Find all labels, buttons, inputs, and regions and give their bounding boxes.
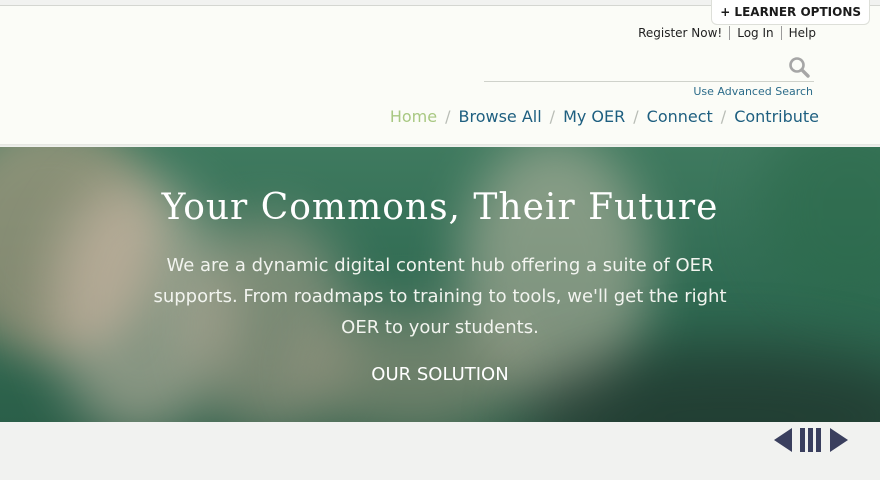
main-nav: Home / Browse All / My OER / Connect / C… (390, 107, 819, 126)
search-icon[interactable] (788, 56, 810, 78)
pause-icon[interactable] (800, 428, 822, 452)
slider-controls (772, 426, 850, 454)
our-solution-link[interactable]: OUR SOLUTION (0, 364, 880, 385)
search-input[interactable] (484, 54, 784, 82)
chevron-left-icon[interactable] (772, 428, 794, 452)
nav-separator: / (549, 107, 556, 126)
nav-contribute[interactable]: Contribute (734, 107, 819, 126)
nav-separator: / (633, 107, 639, 126)
nav-connect[interactable]: Connect (647, 107, 713, 126)
utility-links: Register Now! Log In Help (631, 26, 816, 40)
hero-title: Your Commons, Their Future (161, 187, 719, 228)
register-link[interactable]: Register Now! (631, 26, 729, 40)
nav-separator: / (445, 107, 451, 126)
hero-description: We are a dynamic digital content hub off… (153, 255, 727, 338)
nav-browse-all[interactable]: Browse All (458, 107, 541, 126)
nav-my-oer[interactable]: My OER (563, 107, 625, 126)
advanced-search-link[interactable]: Use Advanced Search (693, 85, 813, 98)
learner-options-tab[interactable]: + LEARNER OPTIONS (711, 0, 870, 25)
help-link[interactable]: Help (780, 26, 816, 40)
login-link[interactable]: Log In (729, 26, 780, 40)
nav-separator: / (720, 107, 727, 126)
search-bar (484, 54, 814, 82)
nav-home[interactable]: Home (390, 107, 437, 126)
chevron-right-icon[interactable] (828, 428, 850, 452)
hero-banner: Your Commons, Their Future We are a dyna… (0, 147, 880, 422)
